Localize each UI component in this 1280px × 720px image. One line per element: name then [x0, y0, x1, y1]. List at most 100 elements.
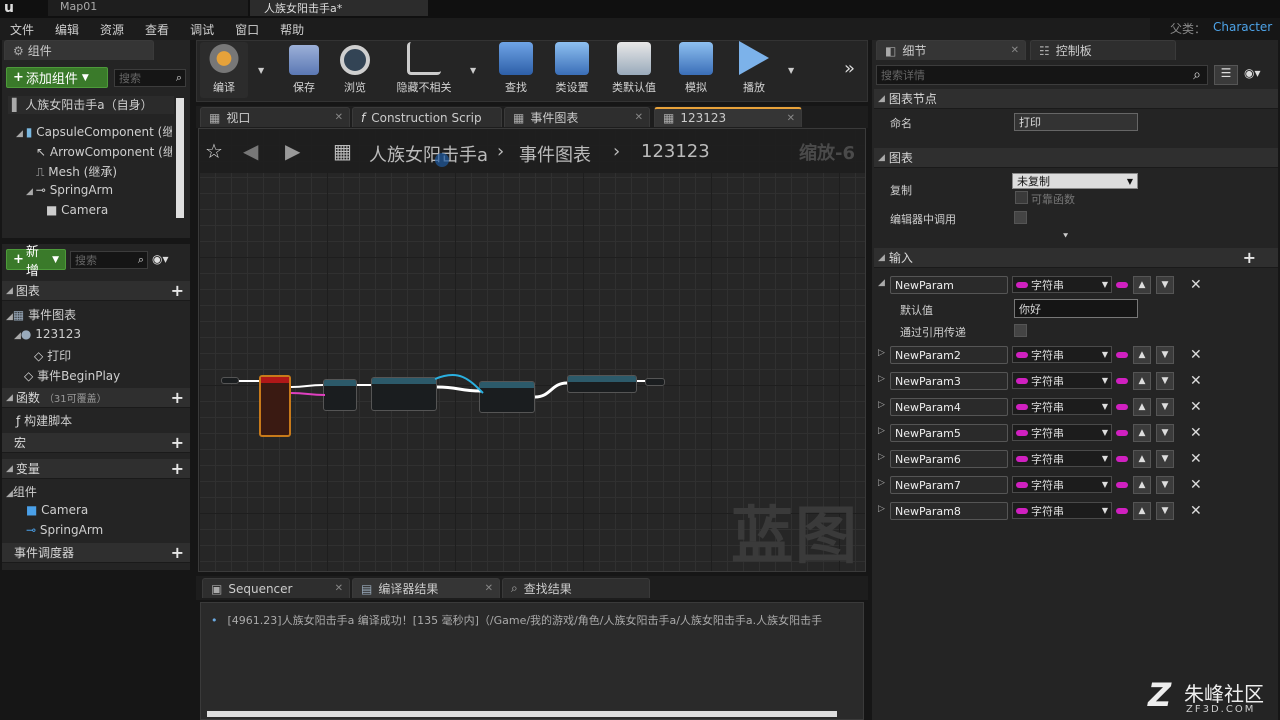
menu-help[interactable]: 帮助 — [280, 21, 304, 38]
graph-section-header[interactable]: ◢ 图表 — [874, 148, 1278, 168]
expand-arrow-icon[interactable]: ▷ — [878, 348, 885, 358]
param-type-dropdown[interactable]: 字符串 ▼ — [1012, 276, 1112, 293]
expand-arrow-icon[interactable]: ▷ — [878, 504, 885, 514]
remove-param-icon[interactable]: ✕ — [1190, 277, 1202, 293]
remove-param-icon[interactable]: ✕ — [1190, 425, 1202, 441]
param-name-input[interactable]: NewParam7 — [890, 476, 1008, 494]
component-root[interactable]: ▌ 人族女阳击手a（自身） — [8, 96, 174, 114]
components-scrollbar[interactable] — [176, 98, 184, 218]
blueprint-tab[interactable]: 人族女阳击手a* — [250, 0, 428, 16]
log-scrollbar[interactable] — [207, 711, 837, 717]
move-down-button[interactable]: ▼ — [1156, 372, 1174, 390]
move-down-button[interactable]: ▼ — [1156, 450, 1174, 468]
log-line[interactable]: • [4961.23]人族女阳击手a 编译成功！[135 毫秒内]（/Game/我… — [211, 612, 861, 628]
tab-sequencer[interactable]: ▣ Sequencer ✕ — [202, 578, 350, 598]
tab-event-graph[interactable]: ▦ 事件图表 ✕ — [504, 107, 650, 127]
move-down-button[interactable]: ▼ — [1156, 346, 1174, 364]
move-up-button[interactable]: ▲ — [1133, 346, 1151, 364]
add-input-plus-icon[interactable]: + — [1243, 249, 1256, 266]
dispatchers-section-header[interactable]: 事件调度器 + — [2, 543, 190, 563]
param-type-dropdown[interactable]: 字符串 ▼ — [1012, 346, 1112, 363]
tree-item-springarm[interactable]: ◢ ⊸ SpringArm — [26, 183, 113, 197]
move-up-button[interactable]: ▲ — [1133, 398, 1151, 416]
compile-button[interactable]: 编译 — [200, 42, 248, 98]
functions-section-header[interactable]: ◢ 函数 （31可覆盖） + — [2, 388, 190, 408]
move-down-button[interactable]: ▼ — [1156, 424, 1174, 442]
param-type-dropdown[interactable]: 字符串 ▼ — [1012, 372, 1112, 389]
param-name-input[interactable]: NewParam5 — [890, 424, 1008, 442]
list-view-icon[interactable]: ☰ — [1214, 65, 1238, 85]
browse-button[interactable]: 浏览 — [332, 42, 378, 98]
class-settings-button[interactable]: 类设置 — [548, 42, 596, 98]
new-button[interactable]: + 新增 ▼ — [6, 245, 66, 279]
tree-components-group[interactable]: ◢组件 — [6, 483, 37, 500]
reliable-checkbox[interactable] — [1015, 191, 1028, 204]
tree-item-arrow[interactable]: ↖ ArrowComponent (继承) — [36, 143, 172, 160]
expand-arrow-icon[interactable]: ▷ — [878, 452, 885, 462]
add-component-button[interactable]: + 添加组件 ▼ — [6, 67, 108, 88]
remove-param-icon[interactable]: ✕ — [1190, 477, 1202, 493]
play-button[interactable]: 播放 — [728, 41, 780, 98]
expand-arrow-icon[interactable]: ▷ — [878, 374, 885, 384]
tree-beginplay-event[interactable]: ◇ 事件BeginPlay — [24, 367, 120, 384]
param-name-input[interactable]: NewParam3 — [890, 372, 1008, 390]
macros-section-header[interactable]: 宏 + — [2, 433, 190, 453]
expand-arrow-icon[interactable]: ▷ — [878, 478, 885, 488]
blueprint-search-input[interactable]: 搜索 ⌕ — [70, 251, 148, 269]
param-name-input[interactable]: NewParam2 — [890, 346, 1008, 364]
move-up-button[interactable]: ▲ — [1133, 276, 1151, 294]
move-down-button[interactable]: ▼ — [1156, 502, 1174, 520]
menu-edit[interactable]: 编辑 — [55, 21, 79, 38]
graph-node-section-header[interactable]: ◢ 图表节点 — [874, 89, 1278, 109]
tree-item-capsule[interactable]: ◢ ▮ CapsuleComponent (继承) — [16, 123, 172, 140]
param-name-input[interactable]: NewParam6 — [890, 450, 1008, 468]
find-button[interactable]: 查找 — [494, 42, 538, 98]
tree-var-camera[interactable]: ■ Camera — [26, 503, 88, 517]
tab-find-results[interactable]: ⌕ 查找结果 — [502, 578, 650, 598]
simulate-button[interactable]: 模拟 — [674, 42, 718, 98]
play-options-chevron-icon[interactable]: ▼ — [788, 66, 794, 75]
move-up-button[interactable]: ▲ — [1133, 476, 1151, 494]
move-down-button[interactable]: ▼ — [1156, 276, 1174, 294]
tree-event-graph[interactable]: ◢▦ 事件图表 — [6, 306, 76, 323]
move-up-button[interactable]: ▲ — [1133, 450, 1151, 468]
expand-arrow-icon[interactable]: ▷ — [878, 426, 885, 436]
menu-view[interactable]: 查看 — [145, 21, 169, 38]
variables-section-header[interactable]: ◢ 变量 + — [2, 459, 190, 479]
param-name-input[interactable]: NewParam4 — [890, 398, 1008, 416]
name-input[interactable]: 打印 — [1014, 113, 1138, 131]
tree-function-123123[interactable]: ◢● 123123 — [14, 327, 81, 341]
pass-by-reference-checkbox[interactable] — [1014, 324, 1027, 337]
collapse-arrow-icon[interactable]: ◢ — [878, 278, 885, 288]
tab-construction-script[interactable]: f Construction Scrip — [352, 107, 502, 127]
move-up-button[interactable]: ▲ — [1133, 502, 1151, 520]
param-type-dropdown[interactable]: 字符串 ▼ — [1012, 424, 1112, 441]
remove-param-icon[interactable]: ✕ — [1190, 373, 1202, 389]
menu-file[interactable]: 文件 — [10, 21, 34, 38]
expand-arrow-icon[interactable]: ▷ — [878, 400, 885, 410]
eye-icon[interactable]: ◉▾ — [152, 252, 169, 266]
tree-construction-script[interactable]: ƒ 构建脚本 — [16, 412, 72, 429]
move-down-button[interactable]: ▼ — [1156, 398, 1174, 416]
move-up-button[interactable]: ▲ — [1133, 424, 1151, 442]
param-type-dropdown[interactable]: 字符串 ▼ — [1012, 502, 1112, 519]
tree-var-springarm[interactable]: ⊸ SpringArm — [26, 523, 103, 537]
components-tab[interactable]: ⚙ 组件 — [4, 40, 154, 60]
add-variable-plus-icon[interactable]: + — [171, 460, 184, 477]
hide-options-chevron-icon[interactable]: ▼ — [470, 66, 476, 75]
menu-asset[interactable]: 资源 — [100, 21, 124, 38]
add-function-plus-icon[interactable]: + — [171, 389, 184, 406]
param-name-input[interactable]: NewParam8 — [890, 502, 1008, 520]
inputs-section-header[interactable]: ◢ 输入 + — [874, 248, 1278, 268]
close-icon[interactable]: ✕ — [787, 113, 795, 124]
tab-details[interactable]: ◧ 细节 ✕ — [876, 40, 1026, 60]
default-value-input[interactable]: 你好 — [1014, 299, 1138, 318]
unreal-logo-icon[interactable]: u — [4, 0, 20, 16]
save-button[interactable]: 保存 — [282, 42, 326, 98]
menu-debug[interactable]: 调试 — [190, 21, 214, 38]
close-icon[interactable]: ✕ — [335, 583, 343, 594]
remove-param-icon[interactable]: ✕ — [1190, 451, 1202, 467]
tab-palette[interactable]: ☷ 控制板 — [1030, 40, 1176, 60]
graphs-section-header[interactable]: ◢ 图表 + — [2, 281, 190, 301]
class-defaults-button[interactable]: 类默认值 — [606, 42, 662, 98]
